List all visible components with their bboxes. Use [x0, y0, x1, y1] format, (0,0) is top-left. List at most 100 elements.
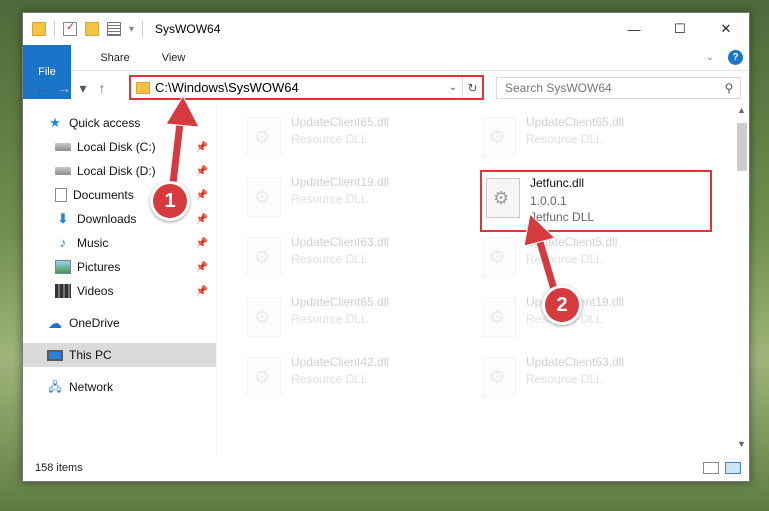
- pin-icon[interactable]: 📌: [196, 286, 208, 297]
- file-description: Resource DLL: [526, 132, 603, 146]
- file-item[interactable]: UpdateClient42.dll Resource DLL: [247, 355, 467, 409]
- explorer-window: ▾ SysWOW64 — ☐ ✕ File Home Share View ⌄ …: [22, 12, 750, 482]
- callout-badge-1: 1: [150, 181, 190, 221]
- file-name: UpdateClient65.dll: [526, 115, 625, 129]
- back-arrow-icon[interactable]: ←: [31, 80, 53, 96]
- file-item[interactable]: UpdateClient5.dll Resource DLL: [482, 235, 702, 289]
- nav-label: Videos: [77, 284, 114, 298]
- nav-label: Documents: [73, 188, 134, 202]
- pin-icon[interactable]: 📌: [196, 142, 208, 153]
- file-item[interactable]: UpdateClient63.dll Resource DLL: [482, 355, 702, 409]
- pin-icon[interactable]: 📌: [196, 166, 208, 177]
- nav-pictures[interactable]: Pictures 📌: [23, 255, 216, 279]
- scroll-down-icon[interactable]: ▼: [734, 439, 749, 455]
- nav-videos[interactable]: Videos 📌: [23, 279, 216, 303]
- folder-icon: [32, 22, 46, 36]
- pin-icon[interactable]: 📌: [196, 262, 208, 273]
- nav-label: Local Disk (C:): [77, 140, 156, 154]
- nav-label: Downloads: [77, 212, 137, 226]
- nav-quick-access[interactable]: ★ Quick access: [23, 111, 216, 135]
- nav-local-disk-c[interactable]: Local Disk (C:) 📌: [23, 135, 216, 159]
- nav-music[interactable]: ♪ Music 📌: [23, 231, 216, 255]
- file-description: Resource DLL: [291, 192, 368, 206]
- file-name: UpdateClient65.dll: [291, 295, 390, 309]
- tab-view[interactable]: View: [146, 45, 202, 70]
- pictures-icon: [55, 260, 71, 274]
- close-button[interactable]: ✕: [703, 13, 749, 45]
- status-bar: 158 items: [23, 455, 749, 481]
- nav-this-pc[interactable]: This PC: [23, 343, 216, 367]
- drive-icon: [55, 167, 71, 175]
- file-name: UpdateClient65.dll: [291, 115, 390, 129]
- address-path[interactable]: C:\Windows\SysWOW64: [155, 80, 444, 95]
- search-box[interactable]: Search SysWOW64 ⚲: [496, 77, 741, 99]
- window-title: SysWOW64: [155, 22, 221, 36]
- nav-label: Network: [69, 380, 114, 394]
- file-item[interactable]: UpdateClient65.dll Resource DLL: [247, 115, 467, 169]
- quick-access-toolbar: ▾: [23, 20, 134, 37]
- up-arrow-icon[interactable]: ↑: [91, 80, 113, 96]
- address-bar[interactable]: C:\Windows\SysWOW64 ⌄ ↻: [129, 75, 484, 100]
- file-name: Jetfunc.dll: [530, 176, 585, 190]
- dll-file-icon: [247, 297, 281, 337]
- new-folder-icon[interactable]: [85, 22, 99, 36]
- star-icon: ★: [49, 115, 61, 130]
- dll-file-icon: [486, 178, 520, 218]
- file-item[interactable]: UpdateClient65.dll Resource DLL: [247, 295, 467, 349]
- file-name: UpdateClient19.dll: [291, 175, 390, 189]
- file-description: Resource DLL: [526, 252, 603, 266]
- file-item-jetfunc-dll[interactable]: Jetfunc.dll 1.0.0.1 Jetfunc DLL: [480, 170, 712, 232]
- window-controls: — ☐ ✕: [611, 13, 749, 45]
- nav-local-disk-d[interactable]: Local Disk (D:) 📌: [23, 159, 216, 183]
- divider: [142, 21, 144, 37]
- dll-file-icon: [247, 177, 281, 217]
- chevron-down-icon[interactable]: ▾: [129, 24, 134, 35]
- dll-file-icon: [482, 297, 516, 337]
- pin-icon[interactable]: 📌: [196, 190, 208, 201]
- drive-icon: [55, 143, 71, 151]
- forward-arrow-icon[interactable]: →: [53, 80, 75, 96]
- pin-icon[interactable]: 📌: [196, 238, 208, 249]
- large-icons-view-icon[interactable]: [725, 462, 741, 474]
- file-item[interactable]: UpdateClient63.dll Resource DLL: [247, 235, 467, 289]
- dll-file-icon: [247, 237, 281, 277]
- scroll-up-icon[interactable]: ▲: [734, 105, 749, 121]
- pin-icon[interactable]: 📌: [196, 214, 208, 225]
- maximize-button[interactable]: ☐: [657, 13, 703, 45]
- search-input[interactable]: Search SysWOW64: [505, 81, 718, 95]
- dll-file-icon: [482, 237, 516, 277]
- file-item[interactable]: UpdateClient19.dllResource DLL: [482, 295, 702, 349]
- details-view-icon[interactable]: [703, 462, 719, 474]
- file-description: Resource DLL: [291, 312, 368, 326]
- file-item[interactable]: UpdateClient65.dll Resource DLL: [482, 115, 702, 169]
- folder-icon: [136, 81, 150, 94]
- properties-check-icon[interactable]: [63, 20, 77, 36]
- file-version: 1.0.0.1: [530, 194, 567, 208]
- network-icon: 🖧: [48, 380, 62, 394]
- nav-onedrive[interactable]: ☁ OneDrive: [23, 311, 216, 335]
- recent-locations-chevron-icon[interactable]: ▾: [75, 80, 91, 97]
- customize-icon[interactable]: [107, 22, 121, 36]
- file-list[interactable]: UpdateClient65.dll Resource DLL UpdateCli…: [216, 105, 734, 455]
- scrollbar-thumb[interactable]: [737, 123, 747, 171]
- minimize-button[interactable]: —: [611, 13, 657, 45]
- expand-ribbon-chevron-icon[interactable]: ⌄: [706, 52, 714, 63]
- file-description: Resource DLL: [291, 132, 368, 146]
- file-name: UpdateClient63.dll: [291, 235, 390, 249]
- nav-label: This PC: [69, 348, 112, 362]
- search-icon[interactable]: ⚲: [718, 81, 740, 95]
- tab-share[interactable]: Share: [84, 45, 145, 70]
- nav-label: Pictures: [77, 260, 121, 274]
- vertical-scrollbar[interactable]: ▲ ▼: [734, 105, 749, 455]
- dll-file-icon: [482, 357, 516, 397]
- chevron-down-icon[interactable]: ⌄: [444, 82, 462, 93]
- documents-icon: [55, 188, 67, 202]
- item-count: 158 items: [35, 462, 83, 474]
- videos-icon: [55, 284, 71, 298]
- refresh-icon[interactable]: ↻: [462, 77, 482, 98]
- help-icon[interactable]: ?: [728, 50, 743, 65]
- navigation-pane[interactable]: ★ Quick access Local Disk (C:) 📌 Local D…: [23, 105, 216, 455]
- nav-network[interactable]: 🖧 Network: [23, 375, 216, 399]
- ribbon-right: ⌄ ?: [706, 45, 749, 70]
- file-item[interactable]: UpdateClient19.dll Resource DLL: [247, 175, 467, 229]
